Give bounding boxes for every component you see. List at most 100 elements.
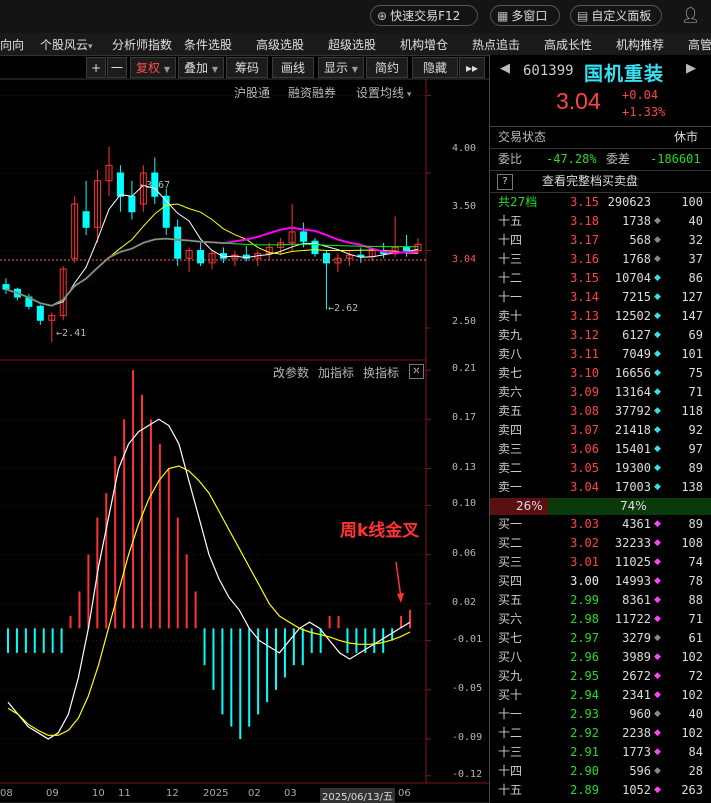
bid-row[interactable]: 买十 2.94 2341 ◆ 102 [490,686,711,705]
order-count: 32 [688,233,703,247]
bid-row[interactable]: 买四 3.00 14993 ◆ 78 [490,572,711,591]
nav-item-high-growth[interactable]: 高成长性 [544,36,592,53]
low-price-label-1: ←2.41 [56,328,87,339]
order-count: 102 [681,688,703,702]
order-count: 108 [681,536,703,550]
weibi-value: -47.28% [546,152,597,166]
volume: 11722 [614,612,651,626]
ask-row[interactable]: 十五 3.18 1738 ◆ 40 [490,212,711,231]
multi-window-button[interactable]: ▦ 多窗口 [490,5,560,26]
price: 2.91 [570,745,599,759]
bid-row[interactable]: 十四 2.90 596 ◆ 28 [490,762,711,781]
macd-tick-label: 0.17 [452,412,477,424]
level-label: 买五 [498,593,523,607]
level-label: 买二 [498,536,523,550]
ma-line-5 [5,184,419,307]
ask-row[interactable]: 十一 3.14 7215 ◆ 127 [490,288,711,307]
full-book-row[interactable]: ? 查看完整档买卖盘 [490,172,711,191]
ask-row[interactable]: 卖七 3.10 16656 ◆ 75 [490,364,711,383]
bid-row[interactable]: 买七 2.97 3279 ◆ 61 [490,629,711,648]
kline-chart[interactable] [0,0,489,803]
help-icon[interactable]: ? [497,174,513,190]
order-count: 71 [688,612,703,626]
price-tick-2.50: 2.50 [452,316,477,327]
price: 3.03 [570,517,599,531]
panel-icon: ▤ [577,9,589,23]
ask-row[interactable]: 卖三 3.06 15401 ◆ 97 [490,440,711,459]
order-count: 28 [688,764,703,778]
order-count: 84 [688,745,703,759]
bid-row[interactable]: 买二 3.02 32233 ◆ 108 [490,534,711,553]
volume: 10704 [614,271,651,285]
price: 2.89 [570,783,599,797]
volume: 3279 [622,631,651,645]
ask-row[interactable]: 十四 3.17 568 ◆ 32 [490,231,711,250]
order-count: 118 [681,404,703,418]
bid-row[interactable]: 十二 2.92 2238 ◆ 102 [490,724,711,743]
price: 3.16 [570,252,599,266]
candle-body [174,226,182,259]
prev-stock-icon[interactable]: ◀ [500,61,510,76]
quote-panel: ◀ ▶ 601399 国机重装 3.04 +0.04 +1.33% 交易状态 休… [489,55,711,803]
price: 3.06 [570,442,599,456]
next-stock-icon[interactable]: ▶ [686,61,696,76]
level-label: 买三 [498,555,523,569]
volume: 2341 [622,688,651,702]
custom-panel-label: 自定义面板 [591,9,652,23]
order-count: 92 [688,423,703,437]
bid-row[interactable]: 十五 2.89 1052 ◆ 263 [490,781,711,800]
ask-row[interactable]: 卖一 3.04 17003 ◆ 138 [490,478,711,497]
price: 3.08 [570,404,599,418]
order-count: 86 [688,271,703,285]
level-label: 十三 [498,745,523,759]
bid-row[interactable]: 买九 2.95 2672 ◆ 72 [490,667,711,686]
nav-item-executive[interactable]: 高管 [688,36,711,53]
full-book-link[interactable]: 查看完整档买卖盘 [542,172,638,191]
price-tick-3.50: 3.50 [452,201,477,212]
ma-lines [5,184,419,307]
order-count: 78 [688,574,703,588]
macd-dif-line [7,418,411,740]
custom-panel-button[interactable]: ▤ 自定义面板 [570,5,662,26]
ask-row[interactable]: 卖五 3.08 37792 ◆ 118 [490,402,711,421]
nav-item-institution-rec[interactable]: 机构推荐 [616,36,664,53]
volume: 16656 [614,366,651,380]
volume: 960 [629,707,651,721]
ask-row[interactable]: 卖四 3.07 21418 ◆ 92 [490,421,711,440]
summary-label: 共27档 [498,195,538,209]
user-icon[interactable]: 👤︎ [681,6,700,24]
order-count: 102 [681,726,703,740]
current-price-tick: 3.04 [452,254,477,265]
order-count: 40 [688,707,703,721]
level-label: 买八 [498,650,523,664]
volume: 6127 [622,328,651,342]
macd-tick-label: 0.21 [452,363,477,375]
volume: 8361 [622,593,651,607]
bid-row[interactable]: 十三 2.91 1773 ◆ 84 [490,743,711,762]
price: 3.15 [570,271,599,285]
time-tick-label: 09 [46,788,59,799]
ask-row[interactable]: 卖二 3.05 19300 ◆ 89 [490,459,711,478]
bid-row[interactable]: 买八 2.96 3989 ◆ 102 [490,648,711,667]
price: 2.99 [570,593,599,607]
bid-row[interactable]: 买五 2.99 8361 ◆ 88 [490,591,711,610]
ask-row[interactable]: 十三 3.16 1768 ◆ 37 [490,250,711,269]
candle-body [128,195,136,213]
bid-row[interactable]: 买一 3.03 4361 ◆ 89 [490,515,711,534]
trade-status-value: 休市 [674,130,699,144]
bid-row[interactable]: 十一 2.93 960 ◆ 40 [490,705,711,724]
ask-row[interactable]: 卖九 3.12 6127 ◆ 69 [490,326,711,345]
last-price: 3.04 [556,88,601,114]
ask-row[interactable]: 卖十 3.13 12502 ◆ 147 [490,307,711,326]
ask-row[interactable]: 卖六 3.09 13164 ◆ 71 [490,383,711,402]
summary-row: 共27档 3.15 290623 100 [490,193,711,212]
price: 2.98 [570,612,599,626]
high-price-label: ←3.67 [140,180,171,191]
level-label: 买四 [498,574,523,588]
ask-row[interactable]: 卖八 3.11 7049 ◆ 101 [490,345,711,364]
ask-row[interactable]: 十二 3.15 10704 ◆ 86 [490,269,711,288]
price: 2.90 [570,764,599,778]
bid-row[interactable]: 买六 2.98 11722 ◆ 71 [490,610,711,629]
bid-row[interactable]: 买三 3.01 11025 ◆ 74 [490,553,711,572]
level-label: 买九 [498,669,523,683]
